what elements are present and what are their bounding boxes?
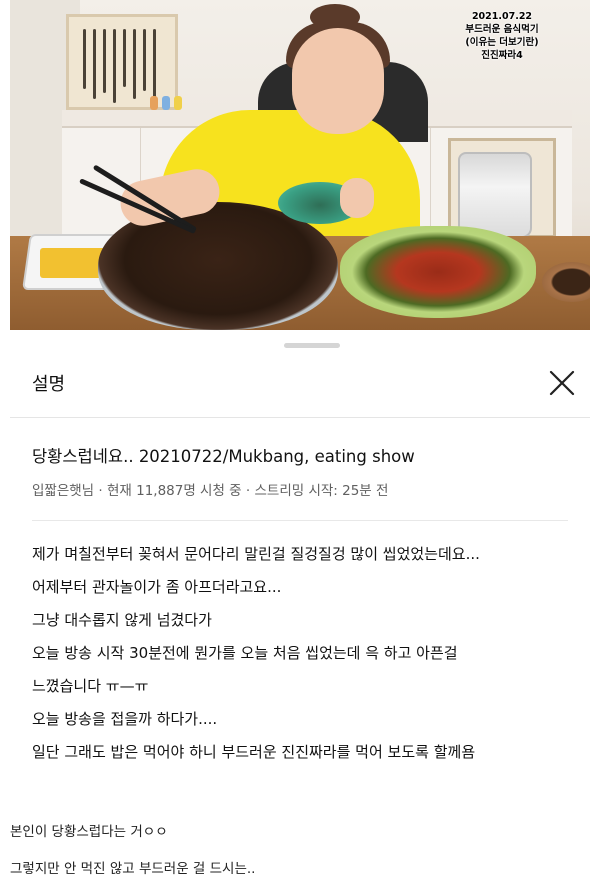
overlay-line: 부드러운 음식먹기 [465,24,539,35]
streamer-face [292,28,384,134]
glass-jar [458,152,532,238]
overlay-line: 진진짜라4 [481,50,523,61]
wall-art [66,14,178,110]
video-meta: 입짧은햇님 · 현재 11,887명 시청 중 · 스트리밍 시작: 25분 전 [32,483,389,499]
close-icon [549,370,575,396]
close-button[interactable] [547,368,577,398]
description-line: 오늘 방송을 접을까 하다가.... [32,710,218,728]
video-title: 당황스럽네요.. 20210722/Mukbang, eating show [32,447,415,466]
description-line: 느꼈습니다 ㅠ—ㅠ [32,677,149,695]
sheet-title: 설명 [32,374,66,395]
streamer-topknot [310,4,360,30]
streamer-hand [340,178,374,218]
overlay-line: (이유는 더보기란) [465,37,539,48]
description-line: 그냥 대수롭지 않게 넘겼다가 [32,611,212,629]
description-line: 어제부터 관자놀이가 좀 아프더라고요... [32,578,282,596]
description-text: 제가 며칠전부터 꽂혀서 문어다리 말린걸 질겅질겅 많이 씹었었는데요... … [32,538,580,769]
post-text: 본인이 당황스럽다는 거ㅇㅇ [10,824,168,840]
divider [32,520,568,521]
shelf-figure [150,96,158,110]
description-line: 일단 그래도 밥은 먹어야 하니 부드러운 진진짜라를 먹어 보도록 할께욤 [32,743,476,761]
overlay-date: 2021.07.22 [471,11,533,22]
divider [10,417,590,418]
post-text: 그렇지만 안 먹진 않고 부드러운 걸 드시는.. [10,861,256,877]
shelf-figure [174,96,182,110]
description-line: 오늘 방송 시작 30분전에 뭔가를 오늘 처음 씹었는데 윽 하고 아픈걸 [32,644,458,662]
video-player[interactable]: 2021.07.22 부드러운 음식먹기 (이유는 더보기란) 진진짜라4 [10,0,590,330]
video-caption-overlay: 2021.07.22 부드러운 음식먹기 (이유는 더보기란) 진진짜라4 [442,10,562,62]
description-line: 제가 며칠전부터 꽂혀서 문어다리 말린걸 질겅질겅 많이 씹었었는데요... [32,545,480,563]
shelf-figure [162,96,170,110]
drag-handle[interactable] [284,343,340,348]
description-sheet: 설명 당황스럽네요.. 20210722/Mukbang, eating sho… [10,330,590,796]
pickled-radish [40,248,106,278]
kimchi-plate [340,226,536,318]
